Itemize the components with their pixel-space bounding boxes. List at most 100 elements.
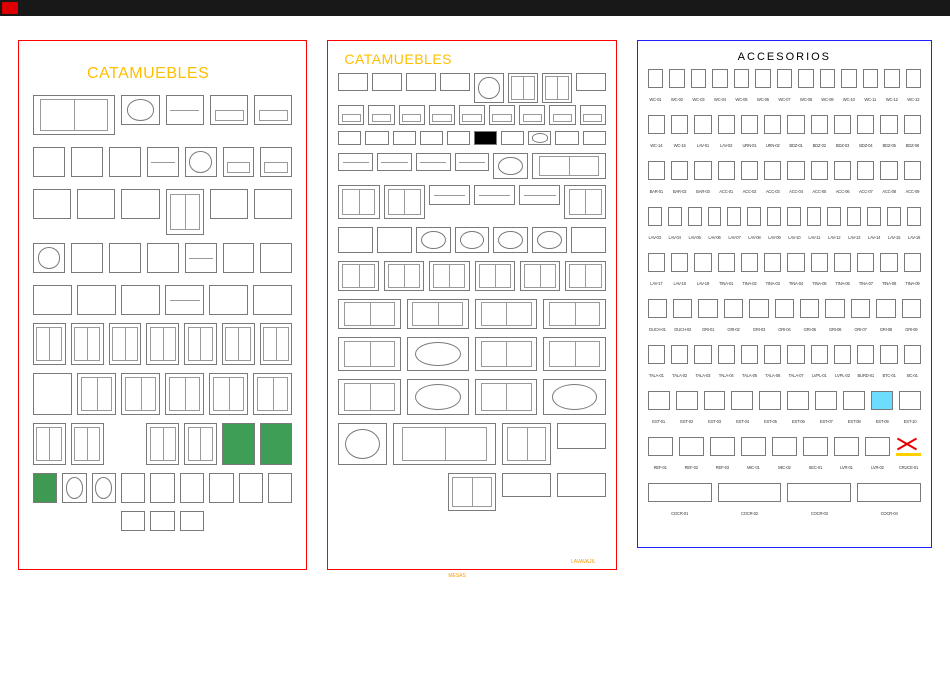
block-range[interactable] [557,423,606,449]
block-dining-12[interactable] [338,337,400,371]
acc-gri-08[interactable]: GRI-08 [874,299,897,325]
acc-wc-09[interactable]: WC-09 [818,69,837,95]
acc-tina-04[interactable]: TINA-04 [785,253,806,279]
block-vase[interactable] [150,473,174,503]
block-dining-4[interactable] [377,227,412,253]
block-u-desk[interactable] [166,189,204,235]
acc-lav-14[interactable]: LAV-14 [865,207,883,233]
block-loveseat[interactable] [260,147,292,177]
acc-gri-04[interactable]: GRI-04 [773,299,796,325]
block-bed-green[interactable] [222,423,255,465]
block-sectional-u[interactable] [338,185,379,219]
acc-tina-03[interactable]: TINA-03 [762,253,783,279]
block-coffee-round[interactable] [528,131,551,145]
acc-burd-01[interactable]: BURD-01 [855,345,876,371]
block-ac-unit[interactable] [121,473,145,503]
acc-lav-17[interactable]: LAV-17 [646,253,667,279]
block-bed-single[interactable] [33,323,66,365]
acc-est-04[interactable]: EST-04 [729,391,755,417]
block-mask[interactable] [268,473,292,503]
block-armchair[interactable] [338,105,364,125]
acc-bdz-02[interactable]: BDZ-02 [809,115,830,141]
acc-wc-12[interactable]: WC-12 [882,69,901,95]
block-desk[interactable] [71,147,103,177]
block-bed-single[interactable] [260,323,293,365]
block-conference-round-12[interactable] [407,379,469,415]
drawing-canvas[interactable]: CATAMUEBLES [0,16,950,588]
block-bed-arch[interactable] [33,373,72,415]
acc-lav-02[interactable]: LAV-02 [716,115,737,141]
block-cabinet[interactable] [223,243,255,273]
block-dining-round-8[interactable] [532,227,567,253]
block-wardrobe[interactable] [33,285,72,315]
block-dining-10[interactable] [407,299,469,329]
acc-wc-11[interactable]: WC-11 [861,69,880,95]
block-cabinet[interactable] [147,243,179,273]
block-armchair[interactable] [489,105,515,125]
block-bed-single[interactable] [146,323,179,365]
block-dining-8[interactable] [520,261,560,291]
acc-est-07[interactable]: EST-07 [813,391,839,417]
acc-est-03[interactable]: EST-03 [702,391,728,417]
acc-gri-01[interactable]: GRI-01 [696,299,719,325]
acc-gri-09[interactable]: GRI-09 [900,299,923,325]
block-sofa-3[interactable] [338,153,373,171]
block-chair[interactable] [406,73,436,91]
acc-acc-03[interactable]: ACC-03 [762,161,783,187]
block-dining-round[interactable] [493,227,528,253]
block-wardrobe[interactable] [121,285,160,315]
acc-lav-12[interactable]: LAV-12 [825,207,843,233]
acc-est-06[interactable]: EST-06 [785,391,811,417]
block-dining-8[interactable] [475,261,515,291]
active-tab-indicator[interactable] [2,2,18,14]
block-chair[interactable] [440,73,470,91]
acc-lav-09[interactable]: LAV-09 [765,207,783,233]
block-table[interactable] [166,95,204,125]
block-bed-double[interactable] [209,373,248,415]
block-stove[interactable] [557,473,606,497]
acc-wc-08[interactable]: WC-08 [796,69,815,95]
block-dining-10[interactable] [338,299,400,329]
acc-acc-02[interactable]: ACC-02 [739,161,760,187]
block-dining-6[interactable] [571,227,606,253]
acc-lvpl-02[interactable]: LVPL-02 [832,345,853,371]
acc-ref-01[interactable]: REF-01 [646,437,675,463]
acc-lav-13[interactable]: LAV-13 [845,207,863,233]
block-cabinet[interactable] [77,189,115,219]
block-loveseat[interactable] [223,147,255,177]
block-sofa[interactable] [474,185,515,205]
acc-btc-01[interactable]: BTC-01 [878,345,899,371]
block-table-round-8[interactable] [474,73,504,103]
block-small[interactable] [180,511,204,531]
acc-ref-03[interactable]: REF-03 [708,437,737,463]
block-mirror[interactable] [185,243,217,273]
block-sectional-l[interactable] [564,185,605,219]
block-bed-double[interactable] [71,423,104,465]
acc-sec-01[interactable]: SEC-01 [801,437,830,463]
block-dining-4[interactable] [338,227,373,253]
acc-bdz-01[interactable]: BDZ-01 [785,115,806,141]
acc-cocr-04[interactable]: COCR-04 [855,483,923,509]
block-module[interactable] [501,131,524,145]
block-small[interactable] [121,511,145,531]
block-stove[interactable] [502,473,551,497]
block-dining-8[interactable] [565,261,605,291]
block-small[interactable] [150,511,174,531]
acc-lav-05[interactable]: LAV-05 [686,207,704,233]
block-bed-double[interactable] [121,373,160,415]
block-desk[interactable] [33,147,65,177]
acc-tala-02[interactable]: TALA-02 [669,345,690,371]
block-module[interactable] [338,131,361,145]
block-bed-double[interactable] [184,423,217,465]
acc-bar-02[interactable]: BAR-02 [669,161,690,187]
block-conference-round-16[interactable] [338,423,387,465]
block-lamp[interactable] [209,473,233,503]
block-dining-10[interactable] [543,299,605,329]
block-bed-double[interactable] [146,423,179,465]
block-armchair[interactable] [549,105,575,125]
block-bed-double[interactable] [253,373,292,415]
acc-acc-05[interactable]: ACC-05 [809,161,830,187]
acc-urn-01[interactable]: URN-01 [739,115,760,141]
acc-lvpl-01[interactable]: LVPL-01 [809,345,830,371]
acc-lav-06[interactable]: LAV-06 [706,207,724,233]
